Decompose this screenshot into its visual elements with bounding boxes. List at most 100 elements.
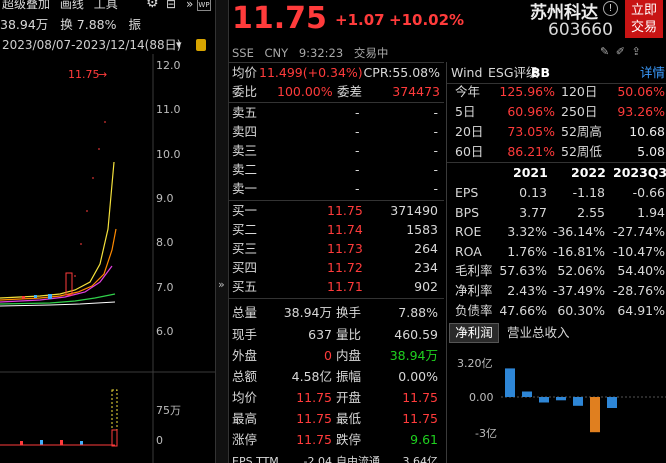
profit-bar <box>522 391 532 397</box>
turnover-value: 7.88% <box>76 17 117 32</box>
overlay-menu[interactable]: 超级叠加 <box>2 0 50 11</box>
lock-icon[interactable] <box>196 39 206 51</box>
perf-label: 今年 <box>455 84 481 99</box>
kline-panel[interactable]: 超级叠加 画线 工具 ⚙ ⊟ » WP 38.94万 换 7.88% 振 202… <box>0 0 215 463</box>
bid-row[interactable]: 买一 11.75 371490 <box>229 201 444 220</box>
avg-row: 均价 11.499(+0.34%) CPR:55.08% <box>229 63 444 82</box>
bid-label: 买四 <box>232 260 258 275</box>
perf-label: 52周高 <box>561 124 602 139</box>
quote-time: 9:32:23 <box>298 46 344 60</box>
bid-volume: 902 <box>414 279 438 294</box>
bar-axis-bottom: -3亿 <box>475 427 497 440</box>
y-label-9: 9.0 <box>156 192 174 205</box>
bid-price: 11.75 <box>327 203 363 218</box>
fin-value: 3.32% <box>507 224 547 239</box>
fin-year: 2022 <box>571 165 606 180</box>
bid-row[interactable]: 买二 11.74 1583 <box>229 220 444 239</box>
price-change: +1.07 <box>335 11 385 29</box>
expand-icon[interactable]: » <box>218 278 225 291</box>
ask-label: 卖五 <box>232 105 258 120</box>
stat-label: 涨停 <box>232 432 258 447</box>
perf-row: 5日 60.96% 250日 93.26% <box>447 102 666 121</box>
chevron-down-icon[interactable]: ▾ <box>176 38 182 51</box>
fin-label: ROA <box>455 244 482 259</box>
exchange-code: SSE <box>232 46 254 60</box>
tab-net-profit[interactable]: 净利润 <box>449 323 499 343</box>
ask-volume: - <box>433 143 438 158</box>
pencil-icon[interactable]: ✐ <box>616 45 625 58</box>
fin-label: BPS <box>455 205 480 220</box>
stat-label: 跌停 <box>336 432 362 447</box>
tools-menu[interactable]: 工具 <box>94 0 118 11</box>
draw-line-menu[interactable]: 画线 <box>60 0 84 11</box>
perf-label: 52周低 <box>561 144 602 159</box>
ask-volume: - <box>433 124 438 139</box>
more-icon[interactable]: » <box>186 0 193 11</box>
bid-row[interactable]: 买五 11.71 902 <box>229 277 444 296</box>
stat-label: 振幅 <box>336 369 362 384</box>
stat-value: 4.58亿 <box>291 369 332 384</box>
ask-row[interactable]: 卖五 - - <box>229 103 444 122</box>
candle-down <box>48 294 52 299</box>
ask-row[interactable]: 卖三 - - <box>229 141 444 160</box>
stat-value: 460.59 <box>394 327 438 342</box>
fin-row: 毛利率 57.63% 52.06% 54.40% <box>447 261 666 280</box>
panel-splitter[interactable]: » <box>215 0 229 463</box>
fin-row: BPS 3.77 2.55 1.94 <box>447 203 666 222</box>
profit-bar <box>573 397 583 406</box>
y-label-11: 11.0 <box>156 103 181 116</box>
edit-icon[interactable]: ✎ <box>600 45 609 58</box>
fin-value: -28.76% <box>612 283 665 298</box>
fundamentals-panel: Wind ESG评级 BB 详情 今年 125.96% 120日 50.06% … <box>446 62 666 463</box>
bar-series <box>505 368 617 433</box>
commit-diff-value: 374473 <box>392 84 440 99</box>
info-icon[interactable]: ! <box>603 1 618 16</box>
ask-price: - <box>355 124 360 139</box>
fin-value: -37.49% <box>552 283 605 298</box>
commit-row: 委比 100.00% 委差 374473 <box>229 82 444 101</box>
y-label-8: 8.0 <box>156 236 174 249</box>
ask-row[interactable]: 卖四 - - <box>229 122 444 141</box>
candlestick-chart[interactable]: 12.0 11.0 10.0 9.0 8.0 7.0 6.0 11.75 → 7… <box>0 54 215 463</box>
volume-value: 38.94万 <box>0 17 49 32</box>
fin-value: -10.47% <box>612 244 665 259</box>
bid-row[interactable]: 买四 11.72 234 <box>229 258 444 277</box>
perf-value: 125.96% <box>499 84 555 99</box>
bid-price: 11.71 <box>327 279 363 294</box>
ask-label: 卖一 <box>232 181 258 196</box>
bid-row[interactable]: 买三 11.73 264 <box>229 239 444 258</box>
fin-value: 3.77 <box>519 205 547 220</box>
ask-row[interactable]: 卖一 - - <box>229 179 444 198</box>
avg-label: 均价 <box>232 65 258 80</box>
gear-icon[interactable]: ⚙ <box>146 0 159 11</box>
stat-label: EPS TTM <box>232 455 279 463</box>
stat-value: -2.04 <box>303 455 332 463</box>
ask-price: - <box>355 162 360 177</box>
vol-label-max: 75万 <box>156 404 181 417</box>
collapse-icon[interactable]: ⊟ <box>166 0 176 11</box>
wp-icon[interactable]: WP <box>197 0 211 11</box>
stat-label: 总量 <box>232 305 258 320</box>
date-range[interactable]: 2023/08/07-2023/12/14(88日) <box>2 37 181 54</box>
stat-label: 总额 <box>232 369 258 384</box>
ask-row[interactable]: 卖二 - - <box>229 160 444 179</box>
perf-value: 73.05% <box>507 124 555 139</box>
esg-detail-link[interactable]: 详情 <box>640 63 665 82</box>
tab-revenue[interactable]: 营业总收入 <box>507 324 570 342</box>
wind-label: Wind <box>451 65 483 80</box>
ma5-line <box>0 161 115 299</box>
fin-label: EPS <box>455 185 479 200</box>
chart-toolbar: 超级叠加 画线 工具 <box>2 0 118 13</box>
fin-value: 60.30% <box>557 303 605 318</box>
share-icon[interactable]: ⇪ <box>631 45 640 58</box>
stat-value: 11.75 <box>402 411 438 426</box>
bid-volume: 1583 <box>406 222 438 237</box>
stat-value: 38.94万 <box>283 305 332 320</box>
fin-row: ROA 1.76% -16.81% -10.47% <box>447 242 666 261</box>
stat-row: 均价 11.75 开盘 11.75 <box>229 388 444 407</box>
bid-price: 11.73 <box>327 241 363 256</box>
profit-bar <box>505 368 515 397</box>
trade-now-button[interactable]: 立即 交易 <box>625 0 663 38</box>
fin-value: -0.66 <box>632 185 665 200</box>
stat-value: 11.75 <box>296 432 332 447</box>
